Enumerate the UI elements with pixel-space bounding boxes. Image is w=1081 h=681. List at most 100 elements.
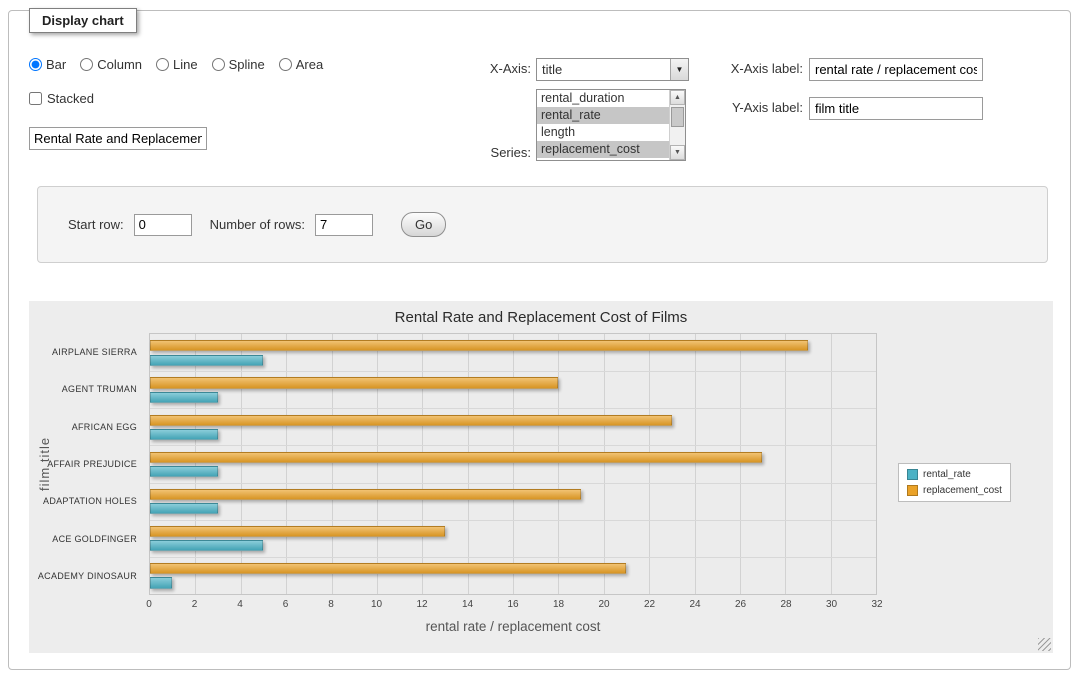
chart-title: Rental Rate and Replacement Cost of Film… [29, 309, 1053, 326]
x-axis-select[interactable]: title ▼ [536, 58, 689, 81]
x-tick-label: 20 [598, 599, 609, 610]
chart-type-option-label: Spline [229, 57, 265, 72]
h-gridline [150, 371, 876, 372]
v-gridline [695, 334, 696, 594]
v-gridline [422, 334, 423, 594]
h-gridline [150, 557, 876, 558]
chart-type-option-label: Bar [46, 57, 66, 72]
v-gridline [241, 334, 242, 594]
scroll-down-icon[interactable]: ▼ [670, 145, 685, 160]
v-gridline [831, 334, 832, 594]
category-label: ACE GOLDFINGER [29, 520, 143, 557]
plot-area [149, 333, 877, 595]
x-tick-label: 10 [371, 599, 382, 610]
scroll-up-icon[interactable]: ▲ [670, 90, 685, 105]
chart-legend: rental_rate replacement_cost [898, 463, 1011, 502]
h-gridline [150, 483, 876, 484]
stacked-label: Stacked [47, 91, 94, 106]
stacked-checkbox-row[interactable]: Stacked [29, 91, 94, 106]
y-axis-label-field-label: Y-Axis label: [707, 100, 803, 115]
legend-swatch [907, 469, 918, 480]
resize-handle[interactable] [1038, 638, 1051, 651]
v-gridline [332, 334, 333, 594]
category-labels: AIRPLANE SIERRAAGENT TRUMANAFRICAN EGGAF… [29, 333, 143, 595]
scrollbar-track[interactable] [670, 105, 685, 145]
num-rows-input[interactable] [315, 214, 373, 236]
chart-title-input[interactable] [29, 127, 207, 150]
v-gridline [604, 334, 605, 594]
bar-replacement_cost [150, 377, 558, 388]
bar-rental_rate [150, 392, 218, 403]
h-gridline [150, 445, 876, 446]
series-option-rental_rate[interactable]: rental_rate [537, 107, 669, 124]
h-gridline [150, 408, 876, 409]
chart-type-radio-spline[interactable] [212, 58, 225, 71]
start-row-label: Start row: [68, 217, 124, 232]
h-gridline [150, 520, 876, 521]
category-label: ACADEMY DINOSAUR [29, 558, 143, 595]
bar-replacement_cost [150, 452, 762, 463]
chart-type-option-area[interactable]: Area [279, 57, 323, 72]
x-tick-label: 32 [871, 599, 882, 610]
legend-label: rental_rate [923, 469, 971, 480]
bar-rental_rate [150, 577, 172, 588]
chart-type-radio-column[interactable] [80, 58, 93, 71]
x-tick-label: 28 [780, 599, 791, 610]
v-gridline [785, 334, 786, 594]
chevron-down-icon[interactable]: ▼ [670, 59, 688, 80]
x-tick-labels: 02468101214161820222426283032 [149, 599, 877, 613]
category-label: AFRICAN EGG [29, 408, 143, 445]
bar-rental_rate [150, 466, 218, 477]
start-row-input[interactable] [134, 214, 192, 236]
x-tick-label: 16 [507, 599, 518, 610]
chart-type-option-label: Line [173, 57, 198, 72]
bar-replacement_cost [150, 563, 626, 574]
v-gridline [513, 334, 514, 594]
chart-type-option-line[interactable]: Line [156, 57, 198, 72]
y-axis-label-input[interactable] [809, 97, 983, 120]
chart-type-option-label: Column [97, 57, 142, 72]
chart-type-radio-area[interactable] [279, 58, 292, 71]
chart-type-radio-line[interactable] [156, 58, 169, 71]
chart-type-option-column[interactable]: Column [80, 57, 142, 72]
x-axis-label-input[interactable] [809, 58, 983, 81]
bar-replacement_cost [150, 415, 672, 426]
category-label: AFFAIR PREJUDICE [29, 445, 143, 482]
series-listbox[interactable]: rental_durationrental_ratelengthreplacem… [536, 89, 686, 161]
v-gridline [468, 334, 469, 594]
x-tick-label: 26 [735, 599, 746, 610]
x-axis-label-field-label: X-Axis label: [707, 61, 803, 76]
stacked-checkbox[interactable] [29, 92, 42, 105]
series-option-replacement_cost[interactable]: replacement_cost [537, 141, 669, 158]
v-gridline [286, 334, 287, 594]
bar-rental_rate [150, 503, 218, 514]
category-label: AIRPLANE SIERRA [29, 333, 143, 370]
x-tick-label: 6 [283, 599, 289, 610]
chart-type-option-bar[interactable]: Bar [29, 57, 66, 72]
series-option-length[interactable]: length [537, 124, 669, 141]
x-tick-label: 30 [826, 599, 837, 610]
x-axis-label-text: X-Axis: [439, 61, 531, 76]
series-scrollbar[interactable]: ▲ ▼ [669, 90, 685, 160]
scrollbar-thumb[interactable] [671, 107, 684, 127]
num-rows-label: Number of rows: [210, 217, 305, 232]
rows-panel: Start row: Number of rows: Go [37, 186, 1048, 263]
x-tick-label: 8 [328, 599, 334, 610]
chart-type-option-spline[interactable]: Spline [212, 57, 265, 72]
x-tick-label: 24 [689, 599, 700, 610]
display-chart-fieldset: Display chart BarColumnLineSplineArea St… [8, 10, 1071, 670]
category-label: ADAPTATION HOLES [29, 483, 143, 520]
x-axis-selected-value: title [537, 62, 670, 77]
bar-rental_rate [150, 429, 218, 440]
v-gridline [195, 334, 196, 594]
x-tick-label: 14 [462, 599, 473, 610]
go-button[interactable]: Go [401, 212, 446, 237]
bar-replacement_cost [150, 526, 445, 537]
x-axis-title: rental rate / replacement cost [149, 619, 877, 634]
x-tick-label: 2 [192, 599, 198, 610]
series-option-rental_duration[interactable]: rental_duration [537, 90, 669, 107]
legend-entry-replacement_cost: replacement_cost [907, 485, 1002, 496]
series-listbox-items: rental_durationrental_ratelengthreplacem… [537, 90, 669, 160]
chart-type-radio-bar[interactable] [29, 58, 42, 71]
v-gridline [649, 334, 650, 594]
